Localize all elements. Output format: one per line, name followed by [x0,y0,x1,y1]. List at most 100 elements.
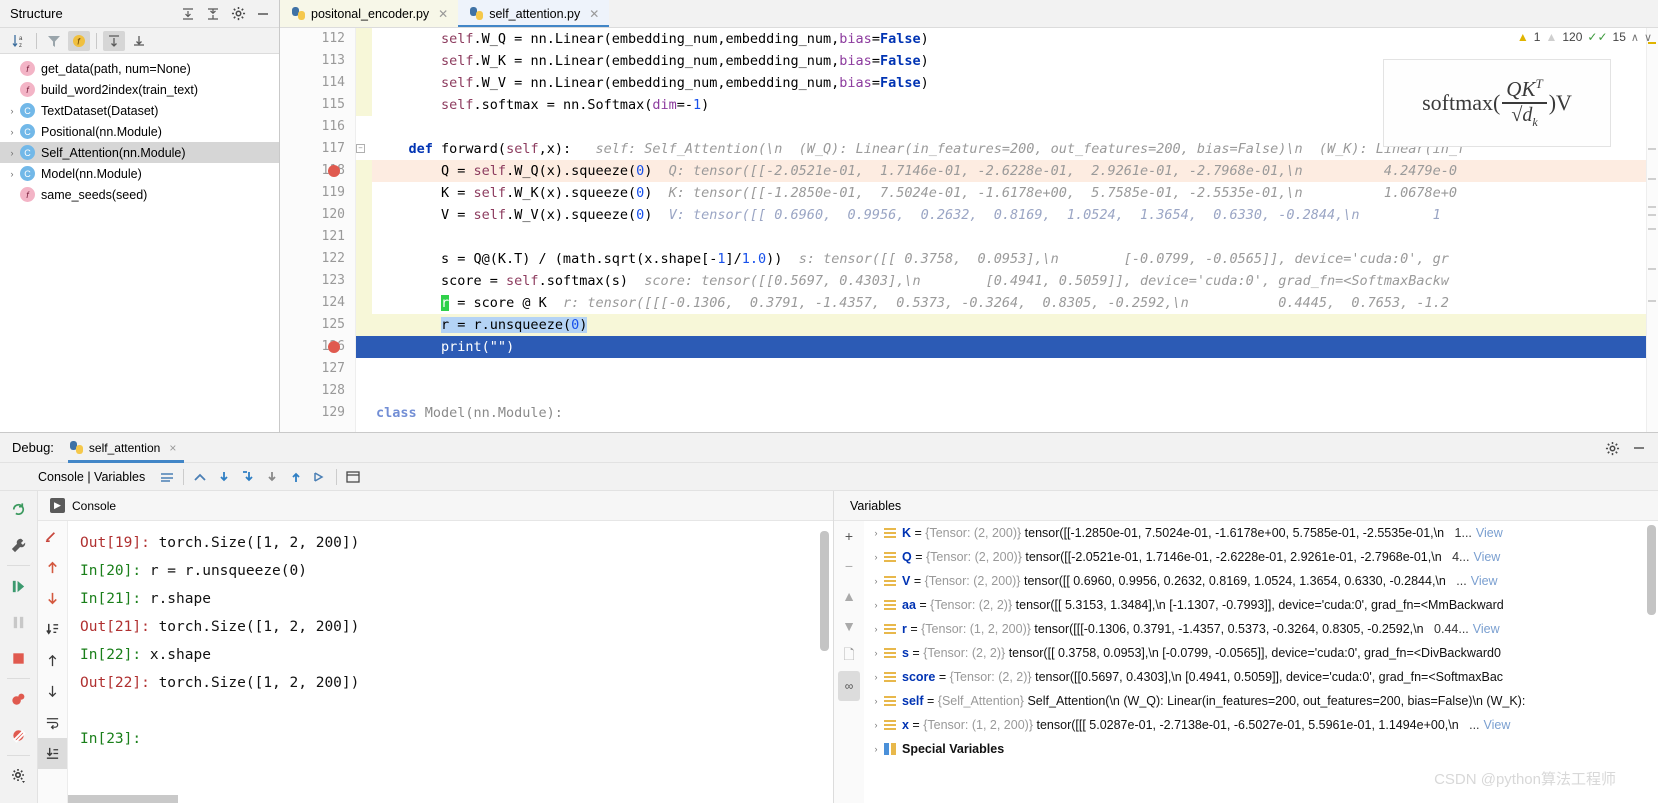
console-horizontal-scrollbar[interactable] [68,795,178,803]
force-step-into-icon[interactable] [260,466,284,488]
scroll-up-icon[interactable] [38,552,67,583]
twisty-icon[interactable]: › [868,696,884,706]
twisty-icon[interactable]: › [4,169,20,179]
view-link[interactable]: View [1473,550,1500,564]
variable-row[interactable]: › score = {Tensor: (2, 2)} tensor([[0.56… [864,665,1658,689]
variable-row[interactable]: › V = {Tensor: (2, 200)} tensor([[ 0.696… [864,569,1658,593]
twisty-icon[interactable]: › [868,600,884,610]
view-link[interactable]: View [1471,574,1498,588]
code-line[interactable]: s = Q@(K.T) / (math.sqrt(x.shape[-1]/1.0… [356,248,1658,270]
code-line[interactable] [356,380,1658,402]
gutter-line[interactable]: 119 [280,182,355,204]
gutter-line[interactable]: 125 [280,314,355,336]
layout-icon[interactable] [155,466,179,488]
remove-watch-icon[interactable]: − [834,551,864,581]
up-icon[interactable] [38,645,67,676]
view-link[interactable]: View [1473,622,1500,636]
console-scrollbar[interactable] [820,531,829,651]
expand-all-icon[interactable] [180,6,196,22]
gutter-line-breakpoint[interactable]: 126 [280,336,355,358]
twisty-icon[interactable]: › [868,576,884,586]
move-up-icon[interactable]: ▲ [834,581,864,611]
close-icon[interactable]: ✕ [438,7,448,21]
collapse-all-icon[interactable] [205,6,221,22]
settings-icon[interactable] [0,758,37,794]
variable-row[interactable]: › x = {Tensor: (1, 2, 200)} tensor([[[ 5… [864,713,1658,737]
soft-wrap-icon[interactable] [38,521,67,552]
show-fields-icon[interactable]: f [68,30,90,51]
show-execution-point-icon[interactable] [188,466,212,488]
gutter-line[interactable]: 123 [280,270,355,292]
code-line[interactable]: self.W_Q = nn.Linear(embedding_num,embed… [356,28,1658,50]
twisty-icon[interactable]: › [868,552,884,562]
evaluate-expression-icon[interactable] [341,466,365,488]
run-to-cursor-icon[interactable] [308,466,332,488]
twisty-icon[interactable]: › [868,720,884,730]
minimize-icon[interactable] [255,6,271,22]
move-down-icon[interactable]: ▼ [834,611,864,641]
console-input-prompt[interactable]: In[23]: [80,725,833,753]
twisty-icon[interactable]: › [868,528,884,538]
code-line[interactable] [356,226,1658,248]
code-line[interactable]: r = score @ K r: tensor([[[-0.1306, 0.37… [356,292,1658,314]
previous-problem-icon[interactable]: ∧ [1631,31,1639,44]
gutter-line[interactable]: 114 [280,72,355,94]
variables-list[interactable]: › K = {Tensor: (2, 200)} tensor([[-1.285… [864,521,1658,803]
step-over-icon[interactable] [212,466,236,488]
mute-breakpoints-icon[interactable] [0,717,37,753]
sort-alphabetically-icon[interactable]: az [8,31,30,51]
debug-session-tab[interactable]: self_attention × [67,433,185,463]
structure-item[interactable]: f same_seeds(seed) [0,184,279,205]
gear-icon[interactable] [1605,441,1620,459]
twisty-icon[interactable]: › [4,106,20,116]
structure-item[interactable]: f build_word2index(train_text) [0,79,279,100]
close-icon[interactable]: × [169,441,176,455]
twisty-icon[interactable]: › [4,127,20,137]
stop-icon[interactable] [0,640,37,676]
gutter-line[interactable]: 121 [280,226,355,248]
copy-icon[interactable]: 🗋 [834,641,864,671]
variable-row[interactable]: › Q = {Tensor: (2, 200)} tensor([[-2.052… [864,545,1658,569]
variable-row[interactable]: › s = {Tensor: (2, 2)} tensor([[ 0.3758,… [864,641,1658,665]
code-line[interactable]: score = self.softmax(s) score: tensor([[… [356,270,1658,292]
breakpoint-icon[interactable] [328,165,340,177]
view-breakpoints-icon[interactable] [0,681,37,717]
twisty-icon[interactable]: › [868,672,884,682]
gear-icon[interactable] [230,6,246,22]
variable-row[interactable]: › self = {Self_Attention} Self_Attention… [864,689,1658,713]
show-inherited-icon[interactable] [103,30,125,51]
variable-row[interactable]: › K = {Tensor: (2, 200)} tensor([[-1.285… [864,521,1658,545]
editor-tab-self-attention[interactable]: self_attention.py ✕ [458,0,610,27]
gutter-line[interactable]: 122 [280,248,355,270]
down-icon[interactable] [38,676,67,707]
scroll-to-end-icon[interactable] [38,738,67,769]
resume-program-icon[interactable] [0,568,37,604]
code-line[interactable] [356,358,1658,380]
wrap-lines-icon[interactable] [38,707,67,738]
gutter-line[interactable]: 115− [280,94,365,116]
structure-item[interactable]: f get_data(path, num=None) [0,58,279,79]
print-icon[interactable] [38,614,67,645]
scroll-down-icon[interactable] [38,583,67,614]
variable-row[interactable]: › aa = {Tensor: (2, 2)} tensor([[ 5.3153… [864,593,1658,617]
wrench-icon[interactable] [0,527,37,563]
console-variables-tab[interactable]: Console | Variables [38,470,145,484]
variables-scrollbar[interactable] [1647,525,1656,615]
gutter-line-breakpoint[interactable]: 118 [280,160,355,182]
line-number-gutter[interactable]: 112 113 114 115− 116 117− 118 119 120 12… [280,28,365,432]
filter-icon[interactable] [43,31,65,51]
editor-tab-positonal-encoder[interactable]: positonal_encoder.py ✕ [280,0,459,27]
gutter-line[interactable]: 127 [280,358,355,380]
code-line[interactable]: V = self.W_V(x).squeeze(0) V: tensor([[ … [356,204,1658,226]
twisty-icon[interactable]: › [868,648,884,658]
step-into-icon[interactable] [236,466,260,488]
view-link[interactable]: View [1476,526,1503,540]
gutter-line[interactable]: 128 [280,380,355,402]
gutter-line[interactable]: 112 [280,28,355,50]
next-problem-icon[interactable]: ∨ [1644,31,1652,44]
twisty-icon[interactable]: › [868,624,884,634]
show-properties-icon[interactable] [128,31,150,51]
pin-icon[interactable] [0,794,37,803]
add-watch-icon[interactable]: + [834,521,864,551]
gutter-line[interactable]: 124 [280,292,355,314]
